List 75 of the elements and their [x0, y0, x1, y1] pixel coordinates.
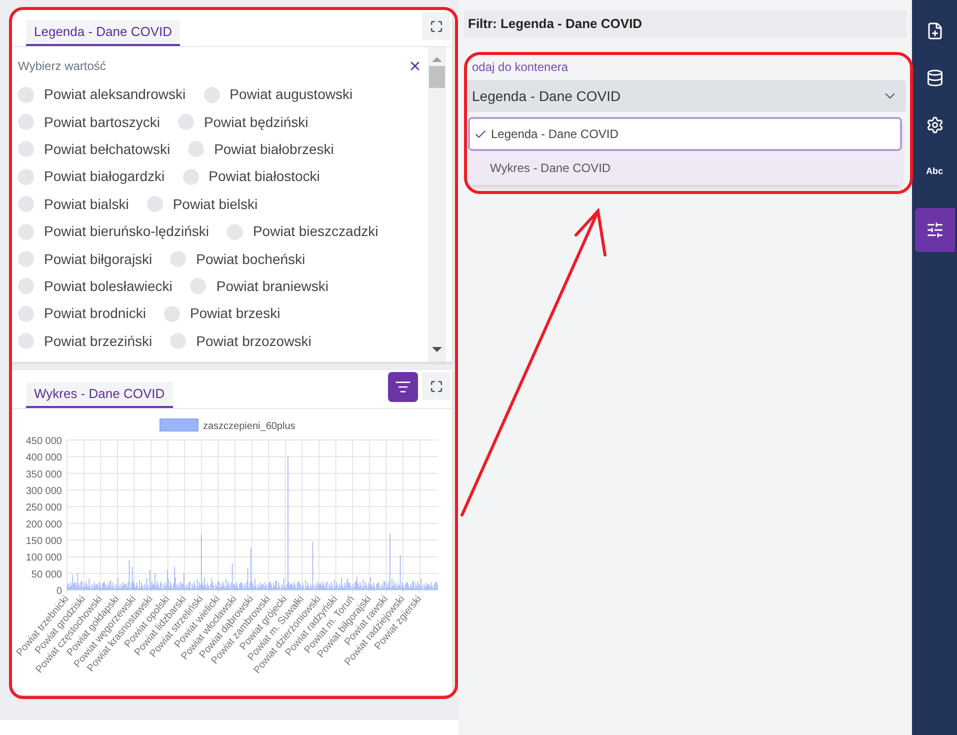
option-label: Powiat biłgorajski [44, 250, 152, 269]
close-icon[interactable] [408, 59, 422, 73]
fullscreen-icon [430, 380, 442, 392]
option-radio[interactable]: Powiat białostocki [182, 166, 320, 188]
option-label: Powiat bartoszycki [44, 112, 160, 132]
option-radio[interactable]: Powiat brodnicki [18, 303, 146, 324]
scrollbar[interactable] [428, 47, 446, 362]
y-tick-label: 250 000 [26, 502, 62, 514]
option-radio[interactable]: Powiat braniewski [190, 276, 328, 297]
option-label: Powiat brzeziński [44, 332, 152, 351]
option-label: Powiat białobrzeski [214, 140, 334, 159]
option-radio[interactable]: Powiat brzeziński [18, 330, 152, 352]
option-radio[interactable]: Powiat bartoszycki [18, 112, 160, 133]
y-tick-label: 300 000 [26, 486, 62, 497]
container-select[interactable]: Legenda - Dane COVID [464, 80, 906, 112]
option-radio[interactable]: Powiat biłgorajski [18, 248, 152, 270]
option-radio[interactable]: Powiat bieruńsko-lędziński [18, 221, 209, 242]
option-label: Powiat bieszczadzki [252, 222, 378, 242]
text-button[interactable]: Abc [914, 161, 954, 183]
sidebar-button[interactable] [914, 208, 954, 252]
option-radio[interactable]: Powiat brzeski [164, 303, 280, 324]
fullscreen-button[interactable] [422, 372, 450, 400]
y-tick-label: 100 000 [26, 552, 62, 564]
option-label: Powiat bielski [172, 194, 258, 214]
option-label: Powiat bieruńsko-lędziński [44, 222, 209, 242]
dropdown-option[interactable]: Wykres - Dane COVID [468, 151, 902, 185]
option-radio[interactable]: Powiat będziński [178, 112, 308, 133]
y-tick-label: 150 000 [26, 536, 62, 548]
y-tick-label: 0 [56, 586, 62, 598]
option-radio[interactable]: Powiat bocheński [170, 248, 306, 270]
fullscreen-icon [430, 20, 442, 32]
y-tick-label: 400 000 [26, 452, 62, 464]
option-label: Powiat aleksandrowski [44, 85, 186, 104]
option-label: Powiat będziński [204, 112, 308, 132]
option-radio[interactable]: Powiat brzozowski [170, 330, 312, 352]
option-label: Powiat braniewski [216, 276, 328, 296]
option-label: Powiat brzozowski [196, 332, 312, 351]
option-radio[interactable]: Powiat bielski [146, 194, 258, 215]
option-label: Powiat białogardzki [44, 167, 165, 186]
option-radio[interactable]: Powiat białobrzeski [188, 138, 334, 160]
option-radio[interactable]: Powiat bolesławiecki [18, 276, 172, 297]
option-label: Powiat białostocki [208, 167, 320, 186]
tab[interactable]: Legenda - Dane COVID [26, 20, 180, 46]
option-radio[interactable]: Powiat białogardzki [18, 166, 165, 188]
option-label: Powiat bełchatowski [44, 140, 170, 159]
option-label: Powiat brodnicki [44, 304, 146, 324]
settings-icon [926, 116, 944, 134]
sliders-icon [926, 221, 944, 239]
field-label: odaj do kontenera [471, 59, 570, 76]
option-label: Powiat bocheński [196, 250, 306, 269]
y-tick-label: 50 000 [31, 569, 62, 580]
y-tick-label: 200 000 [26, 519, 62, 530]
y-tick-label: 350 000 [26, 469, 62, 480]
legend-swatch [160, 418, 198, 432]
tab[interactable]: Wykres - Dane COVID [26, 382, 173, 408]
option-radio[interactable]: Powiat bialski [18, 194, 129, 215]
filter-icon [395, 379, 411, 395]
legend-label: zaszczepieni_60plus [203, 421, 296, 432]
option-radio[interactable]: Powiat bełchatowski [18, 138, 170, 160]
option-label: Powiat augustowski [230, 85, 353, 104]
option-label: Powiat bolesławiecki [44, 276, 172, 296]
filter-button[interactable] [388, 372, 418, 402]
y-tick-label: 450 000 [26, 436, 62, 447]
check-icon [474, 128, 487, 140]
fullscreen-button[interactable] [422, 12, 450, 40]
option-radio[interactable]: Powiat augustowski [204, 84, 353, 106]
option-radio[interactable]: Powiat aleksandrowski [18, 84, 186, 106]
option-radio[interactable]: Powiat bieszczadzki [226, 221, 378, 242]
option-label: Powiat brzeski [190, 304, 280, 324]
panel-title: Filtr: Legenda - Dane COVID [464, 10, 906, 38]
database-icon [926, 69, 944, 87]
option-label: Powiat bialski [44, 194, 129, 214]
search-field[interactable]: Wybierz wartość [18, 57, 318, 75]
dropdown-option[interactable]: Legenda - Dane COVID [468, 117, 902, 151]
add-file-icon [926, 22, 944, 40]
